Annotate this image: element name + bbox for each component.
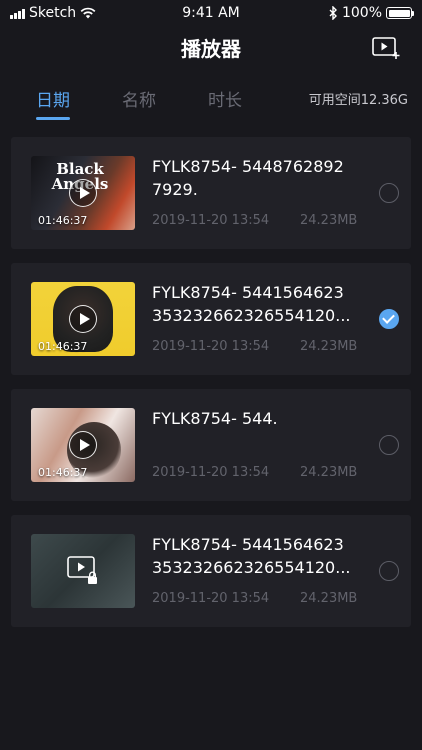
tab-duration-label: 时长 — [208, 91, 242, 111]
tab-name[interactable]: 名称 — [122, 86, 156, 111]
add-video-icon[interactable] — [372, 36, 400, 60]
select-radio[interactable] — [379, 561, 399, 581]
video-thumbnail[interactable]: 01:46:37 — [31, 408, 135, 482]
bluetooth-icon — [329, 6, 337, 20]
video-title: FYLK8754- 5448762892 7929. — [152, 155, 362, 201]
video-thumbnail-locked[interactable] — [31, 534, 135, 608]
sort-tabs: 日期 名称 时长 — [36, 86, 294, 120]
tab-date-label: 日期 — [36, 91, 70, 111]
video-date: 2019-11-20 13:54 — [152, 591, 270, 606]
video-title: FYLK8754- 5441564623 353232662326554120.… — [152, 533, 362, 579]
video-item[interactable]: 01:46:37 FYLK8754- 544. 2019-11-20 13:54… — [11, 389, 411, 501]
tab-active-indicator — [36, 117, 70, 120]
video-title-line1: FYLK8754- 5441564623 — [152, 535, 344, 554]
video-size: 24.23MB — [300, 465, 358, 480]
play-icon[interactable] — [69, 179, 97, 207]
video-title-line2: 7929. — [152, 180, 198, 199]
video-title-line1: FYLK8754- 5448762892 — [152, 157, 344, 176]
video-title: FYLK8754- 5441564623 353232662326554120.… — [152, 281, 362, 327]
video-duration: 01:46:37 — [38, 340, 88, 353]
video-date: 2019-11-20 13:54 — [152, 465, 270, 480]
video-date: 2019-11-20 13:54 — [152, 339, 270, 354]
video-thumbnail[interactable]: Black Angels 01:46:37 — [31, 156, 135, 230]
video-thumbnail[interactable]: 01:46:37 — [31, 282, 135, 356]
video-duration: 01:46:37 — [38, 214, 88, 227]
status-right: 100% — [329, 5, 414, 21]
storage-available: 可用空间12.36G — [308, 93, 408, 108]
select-radio[interactable] — [379, 435, 399, 455]
locked-video-icon — [67, 556, 97, 584]
video-item[interactable]: FYLK8754- 5441564623 353232662326554120.… — [11, 515, 411, 627]
tab-name-label: 名称 — [122, 91, 156, 111]
play-icon[interactable] — [69, 305, 97, 333]
play-icon[interactable] — [69, 431, 97, 459]
tab-date[interactable]: 日期 — [36, 86, 70, 120]
video-item[interactable]: 01:46:37 FYLK8754- 5441564623 3532326623… — [11, 263, 411, 375]
select-radio[interactable] — [379, 183, 399, 203]
tab-duration[interactable]: 时长 — [208, 86, 242, 111]
status-bar: Sketch 9:41 AM 100% — [0, 0, 422, 28]
page-title: 播放器 — [181, 37, 241, 61]
video-date: 2019-11-20 13:54 — [152, 213, 270, 228]
video-size: 24.23MB — [300, 213, 358, 228]
video-title-line1: FYLK8754- 5441564623 — [152, 283, 344, 302]
video-duration: 01:46:37 — [38, 466, 88, 479]
battery-percent: 100% — [341, 5, 382, 21]
video-title-line2: 353232662326554120... — [152, 558, 351, 577]
video-list: Black Angels 01:46:37 FYLK8754- 54487628… — [11, 137, 411, 641]
select-radio-checked[interactable] — [379, 309, 399, 329]
battery-icon — [386, 7, 414, 19]
video-title: FYLK8754- 544. — [152, 407, 362, 430]
video-size: 24.23MB — [300, 591, 358, 606]
video-item[interactable]: Black Angels 01:46:37 FYLK8754- 54487628… — [11, 137, 411, 249]
video-title-line2: 353232662326554120... — [152, 306, 351, 325]
video-size: 24.23MB — [300, 339, 358, 354]
video-title-line1: FYLK8754- 544. — [152, 409, 278, 428]
